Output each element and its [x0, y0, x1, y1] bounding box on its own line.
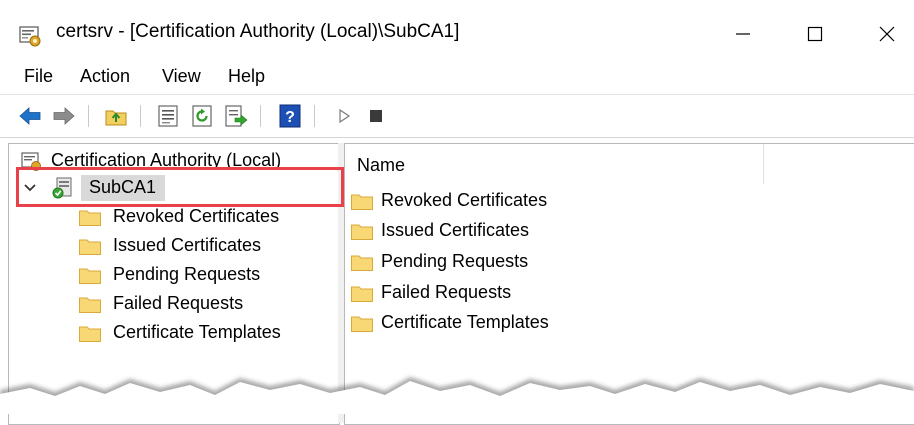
mmc-window: certsrv - [Certification Authority (Loca…: [0, 0, 914, 425]
folder-icon: [79, 210, 101, 226]
toolbar-separator: [314, 105, 315, 127]
tree-label: Issued Certificates: [113, 235, 262, 255]
tree-label: Failed Requests: [113, 293, 244, 313]
title-bar[interactable]: certsrv - [Certification Authority (Loca…: [0, 0, 914, 62]
tree-label: Pending Requests: [113, 264, 261, 284]
folder-icon: [351, 194, 373, 210]
folder-icon: [351, 286, 373, 302]
folder-icon: [79, 239, 101, 255]
stop-icon[interactable]: [364, 104, 388, 128]
list-item-label: Revoked Certificates: [381, 190, 548, 210]
menu-view[interactable]: View: [162, 66, 201, 87]
close-button[interactable]: [864, 14, 910, 54]
folder-icon: [79, 268, 101, 284]
forward-icon[interactable]: [52, 104, 76, 128]
list-item-label: Issued Certificates: [381, 220, 530, 240]
maximize-button[interactable]: [792, 14, 838, 54]
up-folder-icon[interactable]: [104, 104, 128, 128]
menu-help[interactable]: Help: [228, 66, 265, 87]
certsrv-app-icon: [19, 26, 41, 47]
list-item-label: Failed Requests: [381, 282, 512, 302]
play-icon[interactable]: [332, 104, 356, 128]
list-item-label: Certificate Templates: [381, 312, 549, 332]
folder-icon: [351, 316, 373, 332]
folder-icon: [351, 224, 373, 240]
menu-bar: File Action View Help: [0, 64, 914, 92]
properties-icon[interactable]: [156, 104, 180, 128]
svg-text:?: ?: [285, 109, 295, 126]
help-icon[interactable]: ?: [278, 104, 302, 128]
refresh-icon[interactable]: [190, 104, 214, 128]
folder-icon: [79, 326, 101, 342]
toolbar-separator: [140, 105, 141, 127]
tree-label: Certificate Templates: [113, 322, 281, 342]
torn-edge-decoration: [0, 377, 914, 414]
highlight-annotation: [16, 167, 344, 207]
menu-file[interactable]: File: [24, 66, 53, 87]
window-title: certsrv - [Certification Authority (Loca…: [56, 21, 460, 42]
toolbar: ?: [0, 94, 914, 138]
column-header-name[interactable]: Name: [345, 144, 764, 184]
minimize-button[interactable]: [720, 14, 766, 54]
toolbar-separator: [88, 105, 89, 127]
folder-icon: [79, 297, 101, 313]
back-icon[interactable]: [18, 104, 42, 128]
maximize-icon: [807, 26, 823, 42]
close-icon: [879, 26, 895, 42]
toolbar-separator: [260, 105, 261, 127]
menu-action[interactable]: Action: [80, 66, 130, 87]
column-header-label: Name: [357, 155, 406, 175]
tree-label: Revoked Certificates: [113, 206, 280, 226]
folder-icon: [351, 255, 373, 271]
minimize-icon: [736, 33, 750, 35]
list-item-label: Pending Requests: [381, 251, 529, 271]
export-list-icon[interactable]: [224, 104, 248, 128]
